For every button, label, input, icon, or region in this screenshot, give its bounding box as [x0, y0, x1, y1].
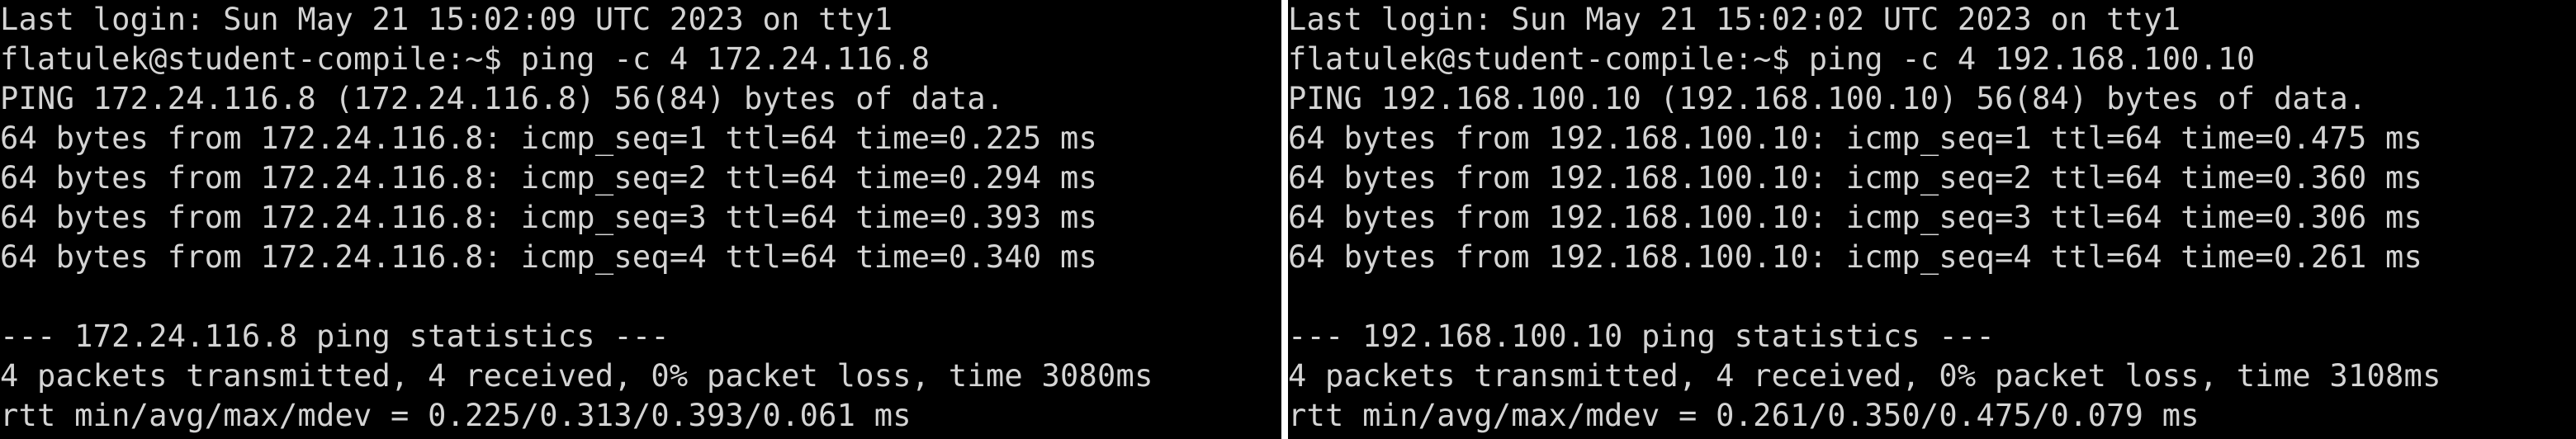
- right-terminal-output: Last login: Sun May 21 15:02:02 UTC 2023…: [1288, 0, 2576, 436]
- packet-summary-line: 4 packets transmitted, 4 received, 0% pa…: [1288, 358, 2441, 394]
- rtt-summary-line: rtt min/avg/max/mdev = 0.225/0.313/0.393…: [0, 398, 912, 433]
- ping-header-line: PING 172.24.116.8 (172.24.116.8) 56(84) …: [0, 81, 1005, 116]
- login-banner-line: Last login: Sun May 21 15:02:09 UTC 2023…: [0, 2, 893, 37]
- ping-reply-line: 64 bytes from 192.168.100.10: icmp_seq=4…: [1288, 239, 2423, 275]
- ping-reply-line: 64 bytes from 192.168.100.10: icmp_seq=3…: [1288, 200, 2423, 235]
- left-terminal-output: Last login: Sun May 21 15:02:09 UTC 2023…: [0, 0, 1281, 436]
- rtt-summary-line: rtt min/avg/max/mdev = 0.261/0.350/0.475…: [1288, 398, 2200, 433]
- ping-reply-line: 64 bytes from 192.168.100.10: icmp_seq=1…: [1288, 120, 2423, 156]
- command-prompt-line[interactable]: flatulek@student-compile:~$ ping -c 4 17…: [0, 40, 1281, 79]
- packet-summary-line: 4 packets transmitted, 4 received, 0% pa…: [0, 358, 1153, 394]
- dual-terminal-screen: Last login: Sun May 21 15:02:09 UTC 2023…: [0, 0, 2576, 439]
- pane-divider: [1281, 0, 1288, 439]
- ping-reply-line: 64 bytes from 192.168.100.10: icmp_seq=2…: [1288, 160, 2423, 196]
- ping-reply-line: 64 bytes from 172.24.116.8: icmp_seq=3 t…: [0, 200, 1098, 235]
- ping-header-line: PING 192.168.100.10 (192.168.100.10) 56(…: [1288, 81, 2367, 116]
- ping-reply-line: 64 bytes from 172.24.116.8: icmp_seq=2 t…: [0, 160, 1098, 196]
- statistics-header-line: --- 172.24.116.8 ping statistics ---: [0, 319, 670, 354]
- command-prompt-line[interactable]: flatulek@student-compile:~$ ping -c 4 19…: [1288, 40, 2576, 79]
- left-terminal[interactable]: Last login: Sun May 21 15:02:09 UTC 2023…: [0, 0, 1281, 439]
- ping-reply-line: 64 bytes from 172.24.116.8: icmp_seq=1 t…: [0, 120, 1098, 156]
- ping-reply-line: 64 bytes from 172.24.116.8: icmp_seq=4 t…: [0, 239, 1098, 275]
- right-terminal[interactable]: Last login: Sun May 21 15:02:02 UTC 2023…: [1288, 0, 2576, 439]
- login-banner-line: Last login: Sun May 21 15:02:02 UTC 2023…: [1288, 2, 2181, 37]
- statistics-header-line: --- 192.168.100.10 ping statistics ---: [1288, 319, 1995, 354]
